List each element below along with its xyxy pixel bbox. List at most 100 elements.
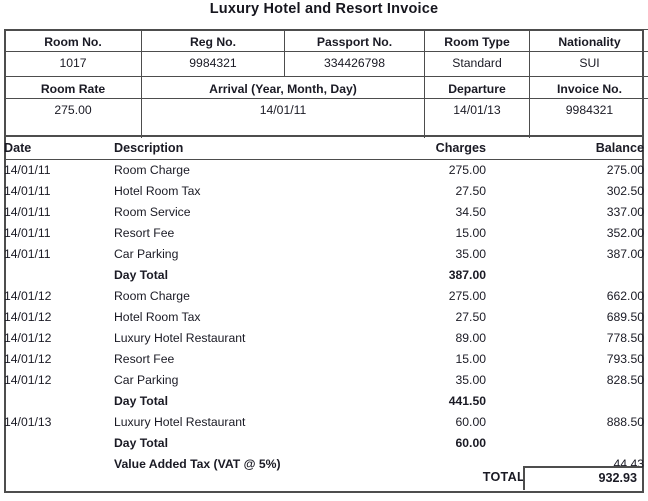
cell-date: [4, 433, 114, 454]
cell-charges: 35.00: [455, 247, 487, 261]
details-label-nationality: Nationality: [529, 29, 648, 52]
total-label: TOTAL: [482, 470, 525, 484]
cell-charges: 27.50: [455, 184, 487, 198]
cell-description: Room Service: [114, 205, 191, 219]
cell-balance: 662.00: [606, 289, 644, 303]
details-value-passport-no: 334426798: [284, 51, 425, 77]
table-row: 14/01/11 Hotel Room Tax 27.50 302.50: [4, 181, 644, 202]
cell-charges: 441.50: [448, 394, 486, 408]
cell-description: Day Total: [114, 268, 168, 282]
table-row: 14/01/11 Car Parking 35.00 387.00: [4, 244, 644, 265]
details-label-room-type: Room Type: [424, 29, 530, 52]
cell-date: 14/01/11: [4, 205, 51, 219]
cell-charges: 35.00: [455, 373, 487, 387]
ledger-section: Date Description Charges Balance 14/01/1…: [4, 135, 644, 475]
ledger-header-row: Date Description Charges Balance: [4, 135, 644, 160]
details-value-departure: 14/01/13: [424, 98, 530, 123]
cell-date: 14/01/11: [4, 247, 51, 261]
cell-balance: [486, 391, 644, 412]
cell-balance: 778.50: [606, 331, 644, 345]
cell-balance: 302.50: [606, 184, 644, 198]
table-row: 14/01/12 Hotel Room Tax 27.50 689.50: [4, 307, 644, 328]
cell-date: 14/01/12: [4, 373, 52, 387]
table-row: 14/01/12 Car Parking 35.00 828.50: [4, 370, 644, 391]
cell-balance: 387.00: [606, 247, 644, 261]
cell-charges: 15.00: [455, 226, 487, 240]
details-label-arrival: Arrival (Year, Month, Day): [141, 76, 425, 99]
cell-balance: 275.00: [606, 163, 644, 177]
table-row: 14/01/11 Resort Fee 15.00 352.00: [4, 223, 644, 244]
cell-date: 14/01/12: [4, 310, 52, 324]
cell-description: Luxury Hotel Restaurant: [114, 331, 246, 345]
cell-description: Day Total: [114, 394, 168, 408]
cell-balance: 793.50: [606, 352, 644, 366]
details-label-departure: Departure: [424, 76, 530, 99]
cell-charges: 275.00: [448, 163, 486, 177]
details-value-room-type: Standard: [424, 51, 530, 77]
column-header-charges: Charges: [336, 135, 486, 160]
cell-date: 14/01/11: [4, 226, 51, 240]
details-value-room-no: 1017: [4, 51, 142, 77]
cell-charges: 60.00: [455, 436, 487, 450]
details-label-room-rate: Room Rate: [4, 76, 142, 99]
cell-date: 14/01/12: [4, 289, 52, 303]
column-header-date: Date: [4, 135, 114, 160]
cell-balance: 337.00: [606, 205, 644, 219]
cell-charges: 89.00: [455, 331, 487, 345]
details-label-row-2: Room Rate Arrival (Year, Month, Day) Dep…: [4, 76, 648, 99]
cell-description: Resort Fee: [114, 226, 175, 240]
cell-description: Car Parking: [114, 373, 179, 387]
cell-charges: 387.00: [448, 268, 486, 282]
details-label-reg-no: Reg No.: [141, 29, 285, 52]
cell-description: Hotel Room Tax: [114, 184, 201, 198]
ledger-body: 14/01/11 Room Charge 275.00 275.00 14/01/11 H…: [4, 160, 644, 476]
cell-charges: 275.00: [448, 289, 486, 303]
total-strip: TOTAL 932.93: [4, 466, 644, 492]
cell-balance: [486, 433, 644, 454]
details-label-invoice-no: Invoice No.: [529, 76, 648, 99]
cell-date: 14/01/12: [4, 352, 52, 366]
details-value-room-rate: 275.00: [4, 98, 142, 123]
cell-description: Day Total: [114, 436, 168, 450]
cell-date: 14/01/11: [4, 163, 51, 177]
details-label-room-no: Room No.: [4, 29, 142, 52]
cell-description: Hotel Room Tax: [114, 310, 201, 324]
table-row: Day Total 387.00: [4, 265, 644, 286]
details-value-arrival: 14/01/11: [141, 98, 425, 123]
table-row: 14/01/12 Resort Fee 15.00 793.50: [4, 349, 644, 370]
page-title: Luxury Hotel and Resort Invoice: [209, 1, 439, 17]
cell-date: [4, 265, 114, 286]
guest-details-table: Room No. Reg No. Passport No. Room Type …: [4, 29, 648, 138]
details-value-row-2: 275.00 14/01/11 14/01/13 9984321: [4, 98, 648, 123]
details-value-nationality: SUI: [529, 51, 648, 77]
cell-charges: 34.50: [455, 205, 487, 219]
column-header-balance: Balance: [486, 135, 644, 160]
table-row: 14/01/12 Luxury Hotel Restaurant 89.00 778.…: [4, 328, 644, 349]
cell-balance: 828.50: [606, 373, 644, 387]
total-amount: 932.93: [523, 466, 642, 490]
cell-date: 14/01/13: [4, 415, 52, 429]
details-value-row-1: 1017 9984321 334426798 Standard SUI: [4, 51, 648, 77]
table-row: Day Total 441.50: [4, 391, 644, 412]
table-row: 14/01/13 Luxury Hotel Restaurant 60.00 888.…: [4, 412, 644, 433]
table-row: Day Total 60.00: [4, 433, 644, 454]
details-value-invoice-no: 9984321: [529, 98, 648, 123]
details-value-reg-no: 9984321: [141, 51, 285, 77]
cell-balance: 689.50: [606, 310, 644, 324]
charges-table: Date Description Charges Balance 14/01/1…: [4, 135, 644, 475]
cell-charges: 27.50: [455, 310, 487, 324]
table-row: 14/01/12 Room Charge 275.00 662.00: [4, 286, 644, 307]
details-label-row-1: Room No. Reg No. Passport No. Room Type …: [4, 29, 648, 52]
table-row: 14/01/11 Room Charge 275.00 275.00: [4, 160, 644, 182]
cell-description: Luxury Hotel Restaurant: [114, 415, 246, 429]
cell-description: Room Charge: [114, 163, 190, 177]
cell-balance: [486, 265, 644, 286]
cell-date: 14/01/12: [4, 331, 52, 345]
cell-balance: 888.50: [606, 415, 644, 429]
invoice-page: Luxury Hotel and Resort Invoice Room No.…: [0, 0, 648, 501]
cell-description: Room Charge: [114, 289, 190, 303]
cell-description: Car Parking: [114, 247, 179, 261]
cell-date: 14/01/11: [4, 184, 51, 198]
table-row: 14/01/11 Room Service 34.50 337.00: [4, 202, 644, 223]
cell-charges: 60.00: [455, 415, 487, 429]
